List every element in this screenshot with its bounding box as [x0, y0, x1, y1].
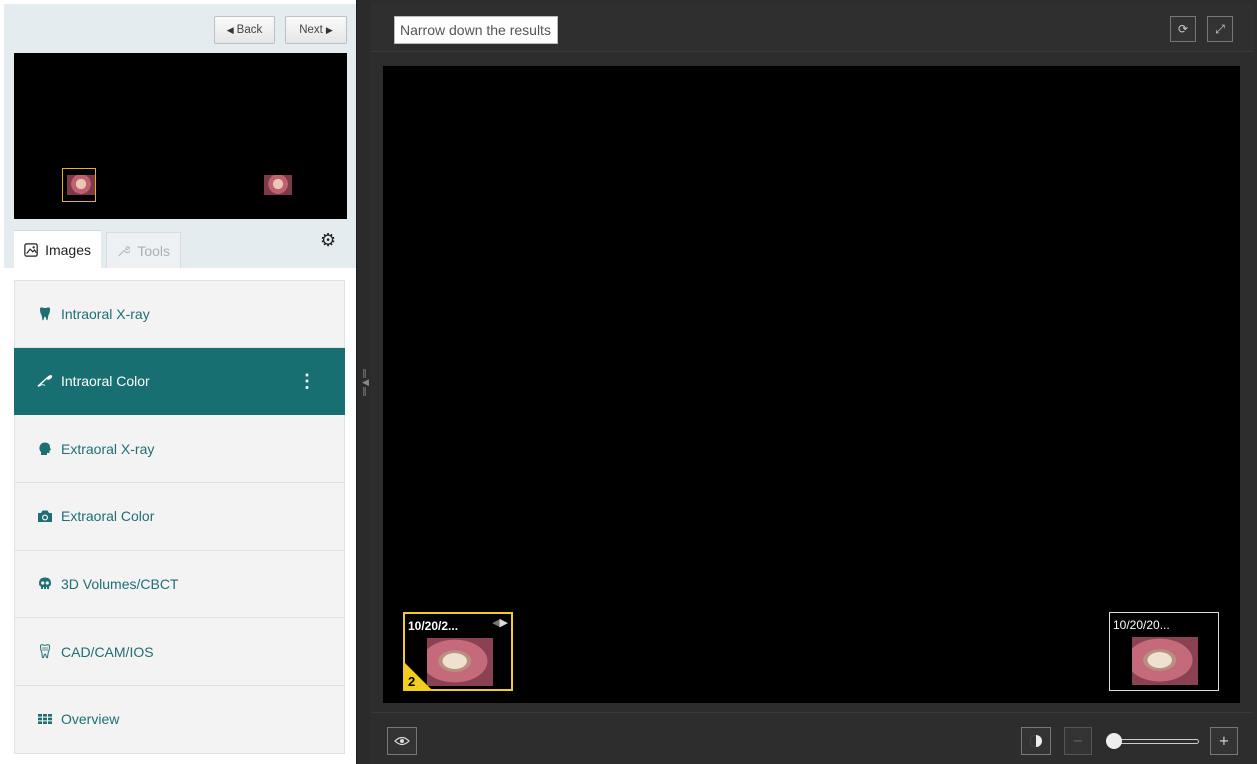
- plus-icon: +: [1218, 733, 1230, 749]
- refresh-button[interactable]: ⟳: [1170, 16, 1196, 42]
- wrench-icon: [118, 245, 131, 256]
- skull-icon: [37, 577, 53, 591]
- eye-icon: [394, 736, 410, 746]
- camera-icon: [37, 509, 53, 523]
- tab-images[interactable]: Images: [14, 230, 101, 268]
- preview-area: ◀ Back Next ▶ Images Tools ⚙: [4, 4, 356, 268]
- tab-images-label: Images: [45, 241, 91, 258]
- contrast-icon: [1030, 735, 1042, 747]
- visibility-button[interactable]: [387, 727, 417, 755]
- zoom-slider[interactable]: [1106, 732, 1199, 750]
- expand-icon: ⤢: [1215, 21, 1225, 36]
- next-button-label: Next: [299, 24, 323, 36]
- category-overview[interactable]: Overview: [14, 686, 345, 754]
- grid-icon: [37, 714, 53, 725]
- zoom-slider-track: [1114, 739, 1199, 744]
- category-intraoral-xray[interactable]: Intraoral X-ray: [14, 280, 345, 348]
- thumbnail-date: 10/20/20...: [1113, 618, 1170, 632]
- zoom-in-button[interactable]: +: [1210, 727, 1238, 755]
- panel-splitter[interactable]: ‖ ◀ ‖: [356, 0, 371, 764]
- back-button-label: Back: [236, 24, 263, 36]
- category-extraoral-color[interactable]: Extraoral Color: [14, 483, 345, 551]
- category-extraoral-xray[interactable]: Extraoral X-ray: [14, 415, 345, 484]
- count-badge-number: 2: [408, 674, 416, 689]
- image-thumbnail-card[interactable]: 10/20/2... ◀▶ 2: [403, 612, 513, 691]
- category-intraoral-color[interactable]: Intraoral Color ⋮: [14, 347, 345, 416]
- category-label: 3D Volumes/CBCT: [61, 576, 179, 593]
- search-input[interactable]: Narrow down the results: [394, 16, 558, 44]
- left-panel: ◀ Back Next ▶ Images Tools ⚙ Intraoral X…: [4, 4, 356, 764]
- viewer-bottom-bar: − +: [371, 712, 1253, 764]
- zoom-out-button[interactable]: −: [1064, 727, 1092, 755]
- category-list: Intraoral X-ray Intraoral Color ⋮ Extrao…: [14, 280, 345, 754]
- tooth-outline-icon: [37, 644, 53, 659]
- category-3d-volumes[interactable]: 3D Volumes/CBCT: [14, 550, 345, 619]
- layout-preview[interactable]: [14, 53, 347, 219]
- image-thumbnail-card[interactable]: 10/20/20...: [1109, 612, 1219, 691]
- tab-tools[interactable]: Tools: [106, 232, 181, 268]
- thumbnail-date: 10/20/2...: [408, 619, 459, 633]
- refresh-icon: ⟳: [1177, 22, 1189, 36]
- category-label: Intraoral X-ray: [61, 305, 150, 322]
- preview-thumbnail[interactable]: [67, 175, 95, 195]
- category-label: Extraoral X-ray: [61, 440, 155, 457]
- viewer-area: Narrow down the results ⟳ ⤢ 10/20/2... ◀…: [371, 0, 1257, 764]
- gear-icon[interactable]: ⚙: [320, 230, 336, 251]
- category-label: Extraoral Color: [61, 508, 155, 525]
- back-button[interactable]: ◀ Back: [214, 16, 275, 44]
- tab-tools-label: Tools: [137, 242, 170, 259]
- category-cad-cam-ios[interactable]: CAD/CAM/IOS: [14, 618, 345, 687]
- back-arrow-icon: ◀: [226, 24, 234, 35]
- thumbnail-nav-arrows-icon[interactable]: ◀▶: [492, 616, 508, 629]
- fullscreen-button[interactable]: ⤢: [1207, 16, 1233, 42]
- category-label: Overview: [61, 711, 120, 728]
- viewer-toolbar: Narrow down the results ⟳ ⤢: [371, 4, 1253, 52]
- image-viewer[interactable]: 10/20/2... ◀▶ 2 10/20/20...: [383, 66, 1240, 703]
- thumbnail-image: [427, 638, 493, 686]
- zoom-slider-knob[interactable]: [1106, 733, 1122, 749]
- more-options-icon[interactable]: ⋮: [298, 371, 316, 392]
- minus-icon: −: [1072, 733, 1084, 749]
- contrast-button[interactable]: [1021, 727, 1051, 755]
- dental-mirror-icon: [37, 374, 53, 388]
- thumbnail-image: [1132, 637, 1198, 685]
- next-arrow-icon: ▶: [325, 24, 333, 35]
- head-profile-icon: [37, 442, 53, 456]
- tooth-icon: [37, 307, 53, 321]
- category-label: Intraoral Color: [61, 373, 150, 390]
- next-button[interactable]: Next ▶: [285, 16, 347, 44]
- preview-thumbnail[interactable]: [264, 175, 292, 195]
- category-label: CAD/CAM/IOS: [61, 643, 154, 660]
- collapse-handle-icon[interactable]: ‖ ◀ ‖: [362, 370, 369, 406]
- image-icon: [24, 242, 38, 257]
